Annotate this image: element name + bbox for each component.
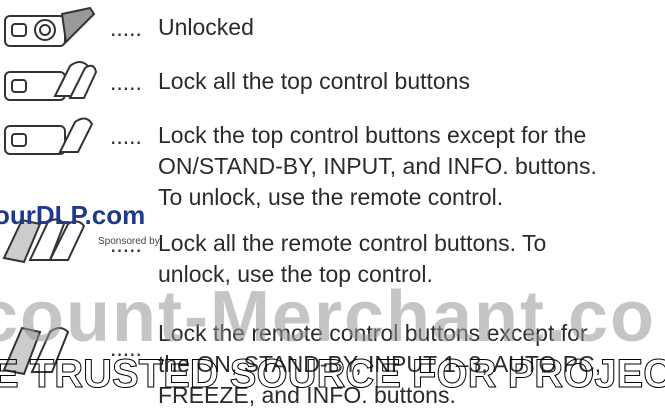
- watermark-sponsored: Sponsored by: [98, 236, 160, 247]
- dots-leader: .....: [110, 15, 142, 41]
- watermark-bottom: E TRUSTED SOURCE FOR PROJECTO: [0, 352, 665, 397]
- option-description: Lock the top control buttons except for …: [158, 122, 597, 210]
- dots-leader: .....: [110, 123, 142, 149]
- projector-lock-icon: [4, 6, 96, 47]
- dots-leader: .....: [110, 69, 142, 95]
- projector-keys-icon: [4, 61, 98, 101]
- option-description: Unlocked: [158, 14, 254, 40]
- option-description: Lock all the top control buttons: [158, 68, 470, 94]
- watermark-site: ourDLP.com: [0, 200, 146, 230]
- watermark-big: count-Merchant.co: [0, 277, 657, 357]
- projector-key-icon: [4, 117, 94, 155]
